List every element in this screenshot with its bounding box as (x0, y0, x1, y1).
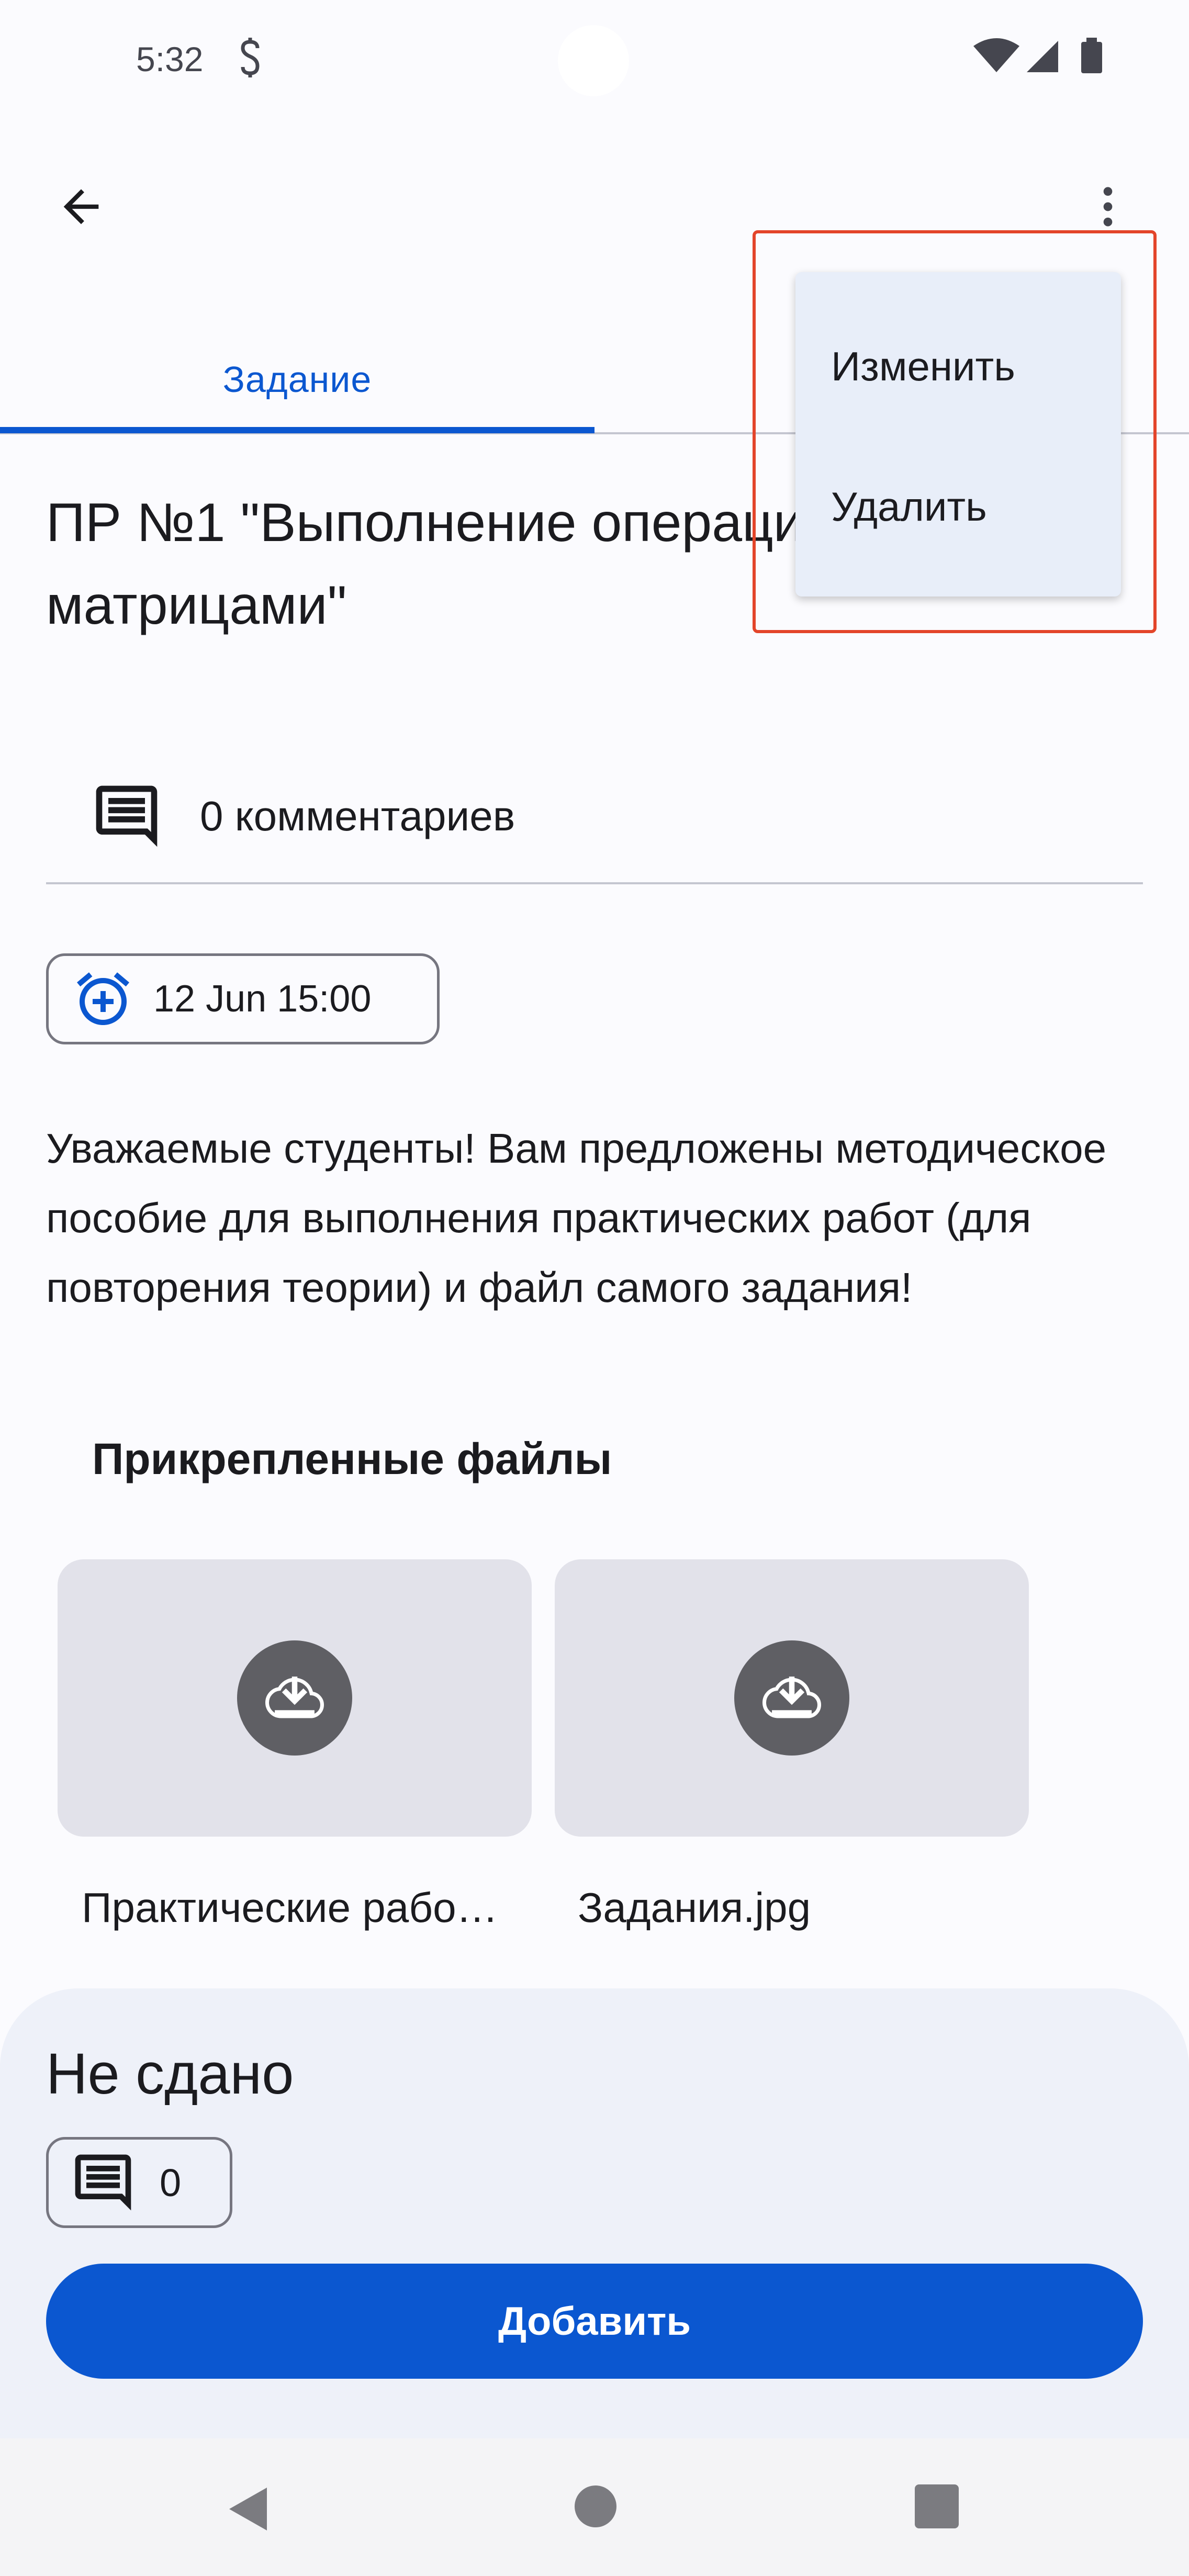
assignment-description: Уважаемые студенты! Вам предложены метод… (46, 1125, 1107, 1311)
camera-cutout (558, 25, 629, 96)
nav-back-icon[interactable] (220, 2480, 277, 2538)
arrow-back-icon (63, 189, 99, 224)
due-date-text: 12 Jun 15:00 (153, 978, 372, 1020)
back-button[interactable] (42, 167, 120, 246)
wifi-icon (973, 38, 1019, 72)
tab-assignment[interactable]: Задание (0, 324, 594, 434)
download-button[interactable] (237, 1640, 352, 1756)
file-card[interactable] (58, 1559, 532, 1837)
file-name: Задания.jpg (578, 1884, 811, 1931)
tab-indicator (0, 427, 594, 433)
alarm-add-icon (77, 972, 129, 1025)
more-vert-icon (1103, 187, 1113, 227)
due-date-chip[interactable]: 12 Jun 15:00 (46, 953, 440, 1044)
private-comments-count: 0 (160, 2161, 182, 2204)
comment-icon (75, 2154, 131, 2211)
download-icon (762, 1677, 822, 1718)
notification-icon (241, 38, 260, 77)
tab-assignment-label: Задание (222, 359, 372, 400)
file-name: Практические рабо… (82, 1884, 498, 1931)
download-icon (265, 1677, 324, 1718)
download-button[interactable] (734, 1640, 849, 1756)
status-icons (973, 38, 1102, 73)
submission-status: Не сдано (46, 2042, 294, 2106)
battery-icon (1081, 38, 1102, 73)
menu-highlight-box (753, 230, 1157, 633)
signal-icon (1027, 41, 1058, 72)
nav-home-icon[interactable] (570, 2481, 621, 2532)
file-card[interactable] (555, 1559, 1029, 1837)
comment-icon (96, 785, 158, 847)
comments-count-label: 0 комментариев (200, 793, 515, 839)
add-button[interactable]: Добавить (46, 2264, 1143, 2379)
status-time: 5:32 (136, 40, 204, 78)
class-comments-row[interactable]: 0 комментариев (46, 753, 1143, 879)
private-comments-chip[interactable]: 0 (46, 2137, 232, 2228)
comments-divider (46, 882, 1143, 884)
add-button-label: Добавить (498, 2299, 691, 2344)
attachments-heading: Прикрепленные файлы (92, 1434, 612, 1483)
nav-recents-icon[interactable] (913, 2482, 961, 2530)
